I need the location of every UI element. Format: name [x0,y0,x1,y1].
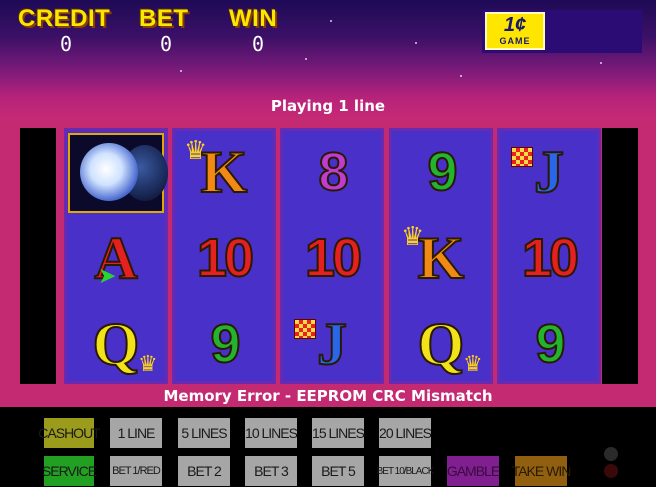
playing-lines-status: Playing 1 line [270,97,386,115]
ten-lines-button[interactable]: 10 LINES [245,418,298,448]
symbol-label: 9 [209,313,241,375]
reel-symbol: 10 [172,215,276,301]
symbol-label: 10 [196,227,255,289]
reel-symbol: Q ♛ [389,301,493,387]
five-lines-button[interactable]: 5 LINES [178,418,230,448]
bet-5-button[interactable]: BET 5 [312,456,364,486]
gamble-button[interactable]: GAMBLE [447,456,500,486]
symbol-label: 9 [534,313,566,375]
reel-5: J 10 9 [497,128,601,384]
error-message: Memory Error - EEPROM CRC Mismatch [0,385,656,407]
reel-symbol: 9 [172,301,276,387]
reel-2: K ♛ 10 9 [172,128,276,384]
reel-symbol: 9 [389,129,493,215]
reel-symbol: 8 [280,129,384,215]
reel-4: 9 K ♛ Q ♛ [389,128,493,384]
symbol-label: K [200,139,249,205]
symbol-label: J [533,139,565,205]
reel-symbol [64,129,168,215]
badge-icon [511,147,533,167]
credit-label: CREDIT [18,5,111,32]
right-side-panel [602,128,638,384]
symbol-label: 8 [317,141,349,203]
left-side-panel [20,128,56,384]
reel-symbol: J [497,129,601,215]
symbol-label: 10 [304,227,363,289]
reel-symbol: 9 [497,301,601,387]
reel-symbol: J [280,301,384,387]
bet-value: 0 [160,32,173,56]
symbol-label: 9 [426,141,458,203]
reel-1: A ➤ Q ♛ [64,128,168,384]
reel-symbol: 10 [497,215,601,301]
reel-symbol: K ♛ [389,215,493,301]
logo-text: 1¢ [503,14,527,36]
symbol-label: J [316,311,348,377]
bet-3-button[interactable]: BET 3 [245,456,297,486]
logo-subtext: GAME [499,36,531,46]
crown-icon: ♛ [138,351,158,376]
bet-10-black-button[interactable]: BET 10/BLACK [377,456,434,486]
badge-icon [294,319,316,339]
win-value: 0 [252,32,265,56]
bet-2-button[interactable]: BET 2 [178,456,230,486]
reel-symbol: 10 [280,215,384,301]
bet-1-red-button[interactable]: BET 1/RED [110,456,162,486]
reel-symbol: Q ♛ [64,301,168,387]
reel-3: 8 10 J [280,128,384,384]
status-light-red [604,464,618,478]
take-win-button[interactable]: TAKE WIN [512,456,571,486]
game-logo: 1¢ GAME [485,12,545,50]
credit-value: 0 [60,32,73,56]
crown-icon: ♛ [463,351,483,376]
win-label: WIN [229,5,278,32]
crown-icon: ♛ [184,135,208,165]
crown-icon: ♛ [401,221,425,251]
arrow-icon: ➤ [98,263,117,288]
bet-label: BET [139,5,189,32]
one-line-button[interactable]: 1 LINE [110,418,162,448]
twenty-lines-button[interactable]: 20 LINES [379,418,432,448]
service-button[interactable]: SERVICE [42,456,97,486]
status-light-grey [604,447,618,461]
reel-symbol: A ➤ [64,215,168,301]
symbol-label: K [417,225,466,291]
fifteen-lines-button[interactable]: 15 LINES [312,418,365,448]
moon-icon [68,133,168,213]
cashout-button[interactable]: CASHOUT [38,418,101,448]
reel-symbol: K ♛ [172,129,276,215]
symbol-label: Q [92,311,141,377]
symbol-label: 10 [521,227,580,289]
symbol-label: Q [417,311,466,377]
